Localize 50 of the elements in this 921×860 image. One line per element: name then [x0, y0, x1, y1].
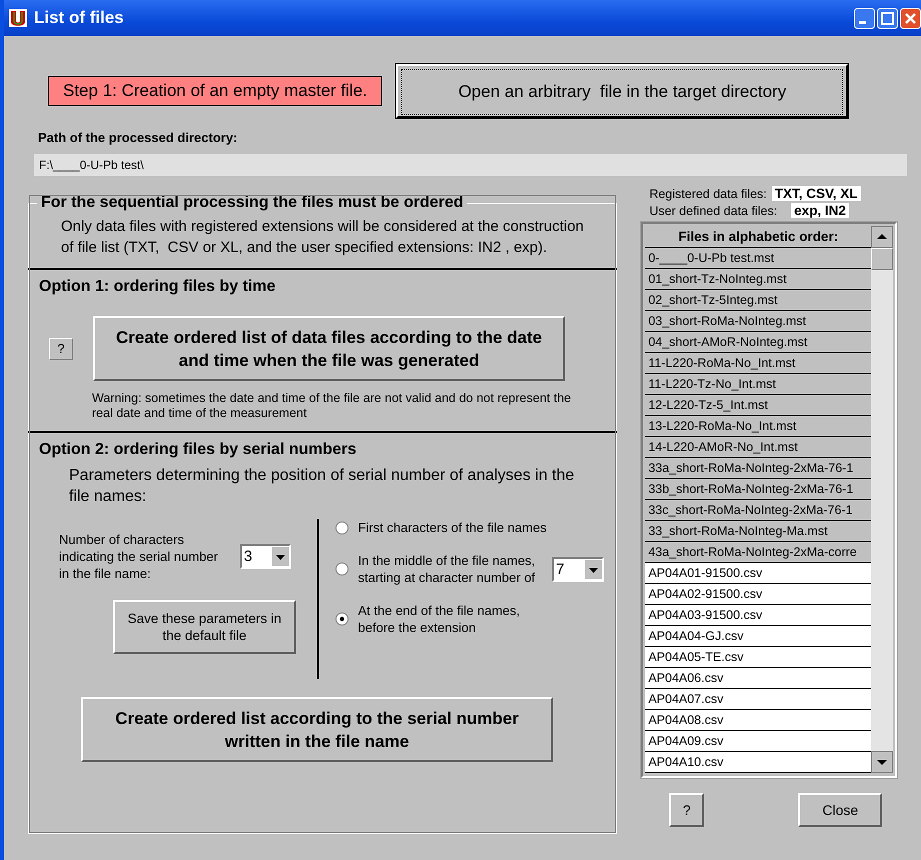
window-title: List of files: [34, 8, 125, 28]
file-row[interactable]: AP04A07.csv: [645, 689, 872, 710]
file-row[interactable]: AP04A09.csv: [645, 731, 872, 752]
app-icon: [8, 8, 28, 28]
order-by-time-button[interactable]: Create ordered list of data files according to the date and time when the file was generated: [93, 316, 565, 381]
group-title: For the sequential processing the files must be ordered: [40, 194, 464, 212]
scrollbar[interactable]: [871, 226, 894, 773]
radio-button[interactable]: [335, 612, 349, 626]
file-row[interactable]: AP04A02-91500.csv: [645, 584, 872, 605]
step-label: Step 1: Creation of an empty master file.: [48, 76, 382, 106]
scroll-thumb[interactable]: [871, 248, 894, 270]
option-title: Option 2: ordering files by serial numbers: [39, 441, 358, 459]
path-field: F:\____0-U-Pb test\: [34, 154, 907, 176]
file-row[interactable]: AP04A08.csv: [645, 710, 872, 731]
char-count-label: Number of characters indicating the serial number in the file name:: [59, 531, 219, 582]
registered-value: TXT, CSV, XL: [772, 186, 861, 201]
file-row[interactable]: AP04A05-TE.csv: [645, 647, 872, 668]
save-parameters-button[interactable]: Save these parameters in the default file: [113, 600, 296, 654]
scroll-down-icon[interactable]: [871, 751, 894, 773]
file-row[interactable]: 0-____0-U-Pb test.mst: [645, 248, 872, 269]
open-file-button[interactable]: Open an arbitrary file in the target directory: [396, 64, 848, 118]
user-defined-label: User defined data files:: [649, 204, 778, 218]
char-count-dropdown[interactable]: 3: [240, 544, 291, 569]
radio-button[interactable]: [335, 562, 349, 576]
radio-label: First characters of the file names: [358, 519, 547, 536]
option-title: Option 1: ordering files by time: [39, 278, 276, 296]
close-icon[interactable]: [900, 8, 921, 28]
scroll-up-icon[interactable]: [871, 226, 894, 248]
parameters-text: Parameters determining the position of serial number of analyses in the file names:: [69, 466, 576, 507]
path-label: Path of the processed directory:: [38, 130, 238, 145]
file-row[interactable]: AP04A06.csv: [645, 668, 872, 689]
description-text: Only data files with registered extensions will be considered at the construction of file list (TXT, CSV or XL, and the user specified extensions: IN2 , exp).: [61, 217, 585, 258]
radio-label: At the end of the file names, before the extension: [358, 602, 521, 636]
minimize-icon[interactable]: [854, 8, 875, 28]
file-row[interactable]: AP04A10.csv: [645, 752, 872, 773]
maximize-icon[interactable]: [877, 8, 898, 28]
file-row[interactable]: 01_short-Tz-NoInteg.mst: [645, 269, 872, 290]
help-button[interactable]: ?: [49, 338, 73, 360]
order-by-serial-button[interactable]: Create ordered list according to the serial number written in the file name: [81, 697, 553, 762]
start-char-dropdown[interactable]: 7: [552, 556, 604, 582]
file-row[interactable]: AP04A01-91500.csv: [645, 563, 872, 584]
warning-text: Warning: sometimes the date and time of the file are not valid and do not represent the real date and time of the measurement: [92, 391, 572, 421]
radio-button[interactable]: [335, 520, 349, 534]
help-button[interactable]: ?: [669, 793, 704, 827]
close-button[interactable]: Close: [798, 793, 882, 827]
radio-label: In the middle of the file names, starting at character number of: [358, 552, 536, 586]
file-row[interactable]: AP04A03-91500.csv: [645, 605, 872, 626]
file-row[interactable]: AP04A04-GJ.csv: [645, 626, 872, 647]
registered-label: Registered data files:: [649, 186, 767, 200]
user-defined-value: exp, IN2: [791, 203, 849, 218]
